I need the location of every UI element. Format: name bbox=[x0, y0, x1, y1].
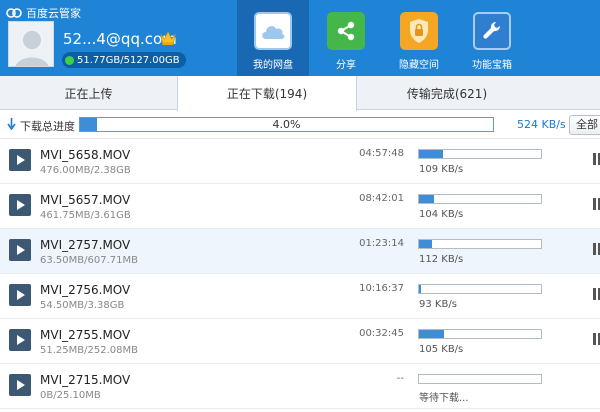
baidu-cloud-logo-icon bbox=[6, 8, 22, 18]
video-file-icon bbox=[9, 329, 31, 351]
tab-downloading[interactable]: 正在下载(194) bbox=[177, 76, 357, 111]
nav-label-toolbox: 功能宝箱 bbox=[472, 60, 512, 71]
file-progress-bar bbox=[418, 329, 542, 339]
file-progress-fill bbox=[419, 330, 444, 338]
pause-icon[interactable] bbox=[592, 243, 600, 255]
total-progress-label: 下载总进度 bbox=[20, 120, 75, 133]
transfer-tabs: 正在上传 正在下载(194) 传输完成(621) bbox=[0, 76, 600, 111]
file-progress-fill bbox=[419, 285, 421, 293]
pause-icon[interactable] bbox=[592, 153, 600, 165]
file-name: MVI_5658.MOV bbox=[40, 148, 131, 162]
tab-completed[interactable]: 传输完成(621) bbox=[357, 76, 537, 110]
file-progress-fill bbox=[419, 240, 432, 248]
nav-label-my-disk: 我的网盘 bbox=[253, 60, 293, 71]
nav-toolbox[interactable]: 功能宝箱 bbox=[456, 0, 528, 76]
nav-hidden-space[interactable]: 隐藏空间 bbox=[383, 0, 455, 76]
pause-icon[interactable] bbox=[592, 288, 600, 300]
file-progress-fill bbox=[419, 150, 443, 158]
user-silhouette-icon bbox=[9, 22, 53, 66]
download-row[interactable]: MVI_5657.MOV 461.75MB/3.61GB 08:42:01 10… bbox=[0, 184, 600, 229]
time-remaining: 10:16:37 bbox=[359, 283, 404, 294]
file-progress-bar bbox=[418, 194, 542, 204]
file-speed: 109 KB/s bbox=[419, 164, 464, 175]
all-actions-button[interactable]: 全部 bbox=[569, 115, 600, 135]
file-speed: 104 KB/s bbox=[419, 209, 464, 220]
download-row[interactable]: MVI_2715.MOV 0B/25.10MB -- 等待下载... bbox=[0, 364, 600, 409]
download-row[interactable]: MVI_2757.MOV 63.50MB/607.71MB 01:23:14 1… bbox=[0, 229, 600, 274]
file-size: 51.25MB/252.08MB bbox=[40, 345, 138, 356]
file-speed: 等待下载... bbox=[419, 393, 469, 404]
time-remaining: -- bbox=[396, 373, 404, 384]
download-row[interactable]: MVI_2756.MOV 54.50MB/3.38GB 10:16:37 93 … bbox=[0, 274, 600, 319]
download-list: MVI_5658.MOV 476.00MB/2.38GB 04:57:48 10… bbox=[0, 139, 600, 412]
file-progress-bar bbox=[418, 284, 542, 294]
video-file-icon bbox=[9, 149, 31, 171]
file-speed: 112 KB/s bbox=[419, 254, 464, 265]
storage-quota-badge: 51.77GB/5127.00GB bbox=[62, 52, 186, 68]
download-arrow-icon bbox=[7, 118, 16, 130]
nav-label-hidden-space: 隐藏空间 bbox=[399, 60, 439, 71]
video-file-icon bbox=[9, 239, 31, 261]
file-size: 476.00MB/2.38GB bbox=[40, 165, 131, 176]
file-name: MVI_2715.MOV bbox=[40, 373, 131, 387]
total-progress-row: 下载总进度 4.0% 524 KB/s 全部 bbox=[0, 111, 600, 139]
nav-label-share: 分享 bbox=[336, 60, 356, 71]
lock-icon bbox=[400, 12, 438, 50]
app-header: 百度云管家 52...4@qq.com 51.77GB/5127.00GB 我的… bbox=[0, 0, 600, 76]
file-speed: 93 KB/s bbox=[419, 299, 457, 310]
quota-status-dot bbox=[65, 55, 74, 65]
nav-my-disk[interactable]: 我的网盘 bbox=[237, 0, 309, 76]
total-speed: 524 KB/s bbox=[517, 118, 566, 131]
tab-uploading[interactable]: 正在上传 bbox=[0, 76, 177, 110]
file-name: MVI_2757.MOV bbox=[40, 238, 131, 252]
share-icon bbox=[327, 12, 365, 50]
file-progress-fill bbox=[419, 195, 435, 203]
pause-icon[interactable] bbox=[592, 333, 600, 345]
file-progress-bar bbox=[418, 239, 542, 249]
cloud-icon bbox=[254, 12, 292, 50]
nav-share[interactable]: 分享 bbox=[310, 0, 382, 76]
download-row[interactable]: MVI_5658.MOV 476.00MB/2.38GB 04:57:48 10… bbox=[0, 139, 600, 184]
file-size: 0B/25.10MB bbox=[40, 390, 101, 401]
file-size: 461.75MB/3.61GB bbox=[40, 210, 131, 221]
app-title: 百度云管家 bbox=[6, 5, 81, 21]
time-remaining: 00:32:45 bbox=[359, 328, 404, 339]
avatar[interactable] bbox=[8, 21, 54, 67]
file-size: 63.50MB/607.71MB bbox=[40, 255, 138, 266]
time-remaining: 08:42:01 bbox=[359, 193, 404, 204]
file-name: MVI_2756.MOV bbox=[40, 283, 131, 297]
storage-quota-text: 51.77GB/5127.00GB bbox=[77, 54, 180, 66]
download-row[interactable]: MVI_2755.MOV 51.25MB/252.08MB 00:32:45 1… bbox=[0, 319, 600, 364]
vip-crown-icon[interactable] bbox=[159, 30, 177, 46]
file-name: MVI_5657.MOV bbox=[40, 193, 131, 207]
total-progress-percent: 4.0% bbox=[272, 118, 301, 131]
app-title-text: 百度云管家 bbox=[26, 7, 81, 20]
video-file-icon bbox=[9, 374, 31, 396]
file-name: MVI_2755.MOV bbox=[40, 328, 131, 342]
wrench-icon bbox=[473, 12, 511, 50]
file-speed: 105 KB/s bbox=[419, 344, 464, 355]
pause-icon[interactable] bbox=[592, 198, 600, 210]
file-progress-bar bbox=[418, 374, 542, 384]
total-progress-bar: 4.0% bbox=[79, 117, 494, 132]
video-file-icon bbox=[9, 284, 31, 306]
time-remaining: 01:23:14 bbox=[359, 238, 404, 249]
file-progress-bar bbox=[418, 149, 542, 159]
time-remaining: 04:57:48 bbox=[359, 148, 404, 159]
video-file-icon bbox=[9, 194, 31, 216]
file-size: 54.50MB/3.38GB bbox=[40, 300, 125, 311]
